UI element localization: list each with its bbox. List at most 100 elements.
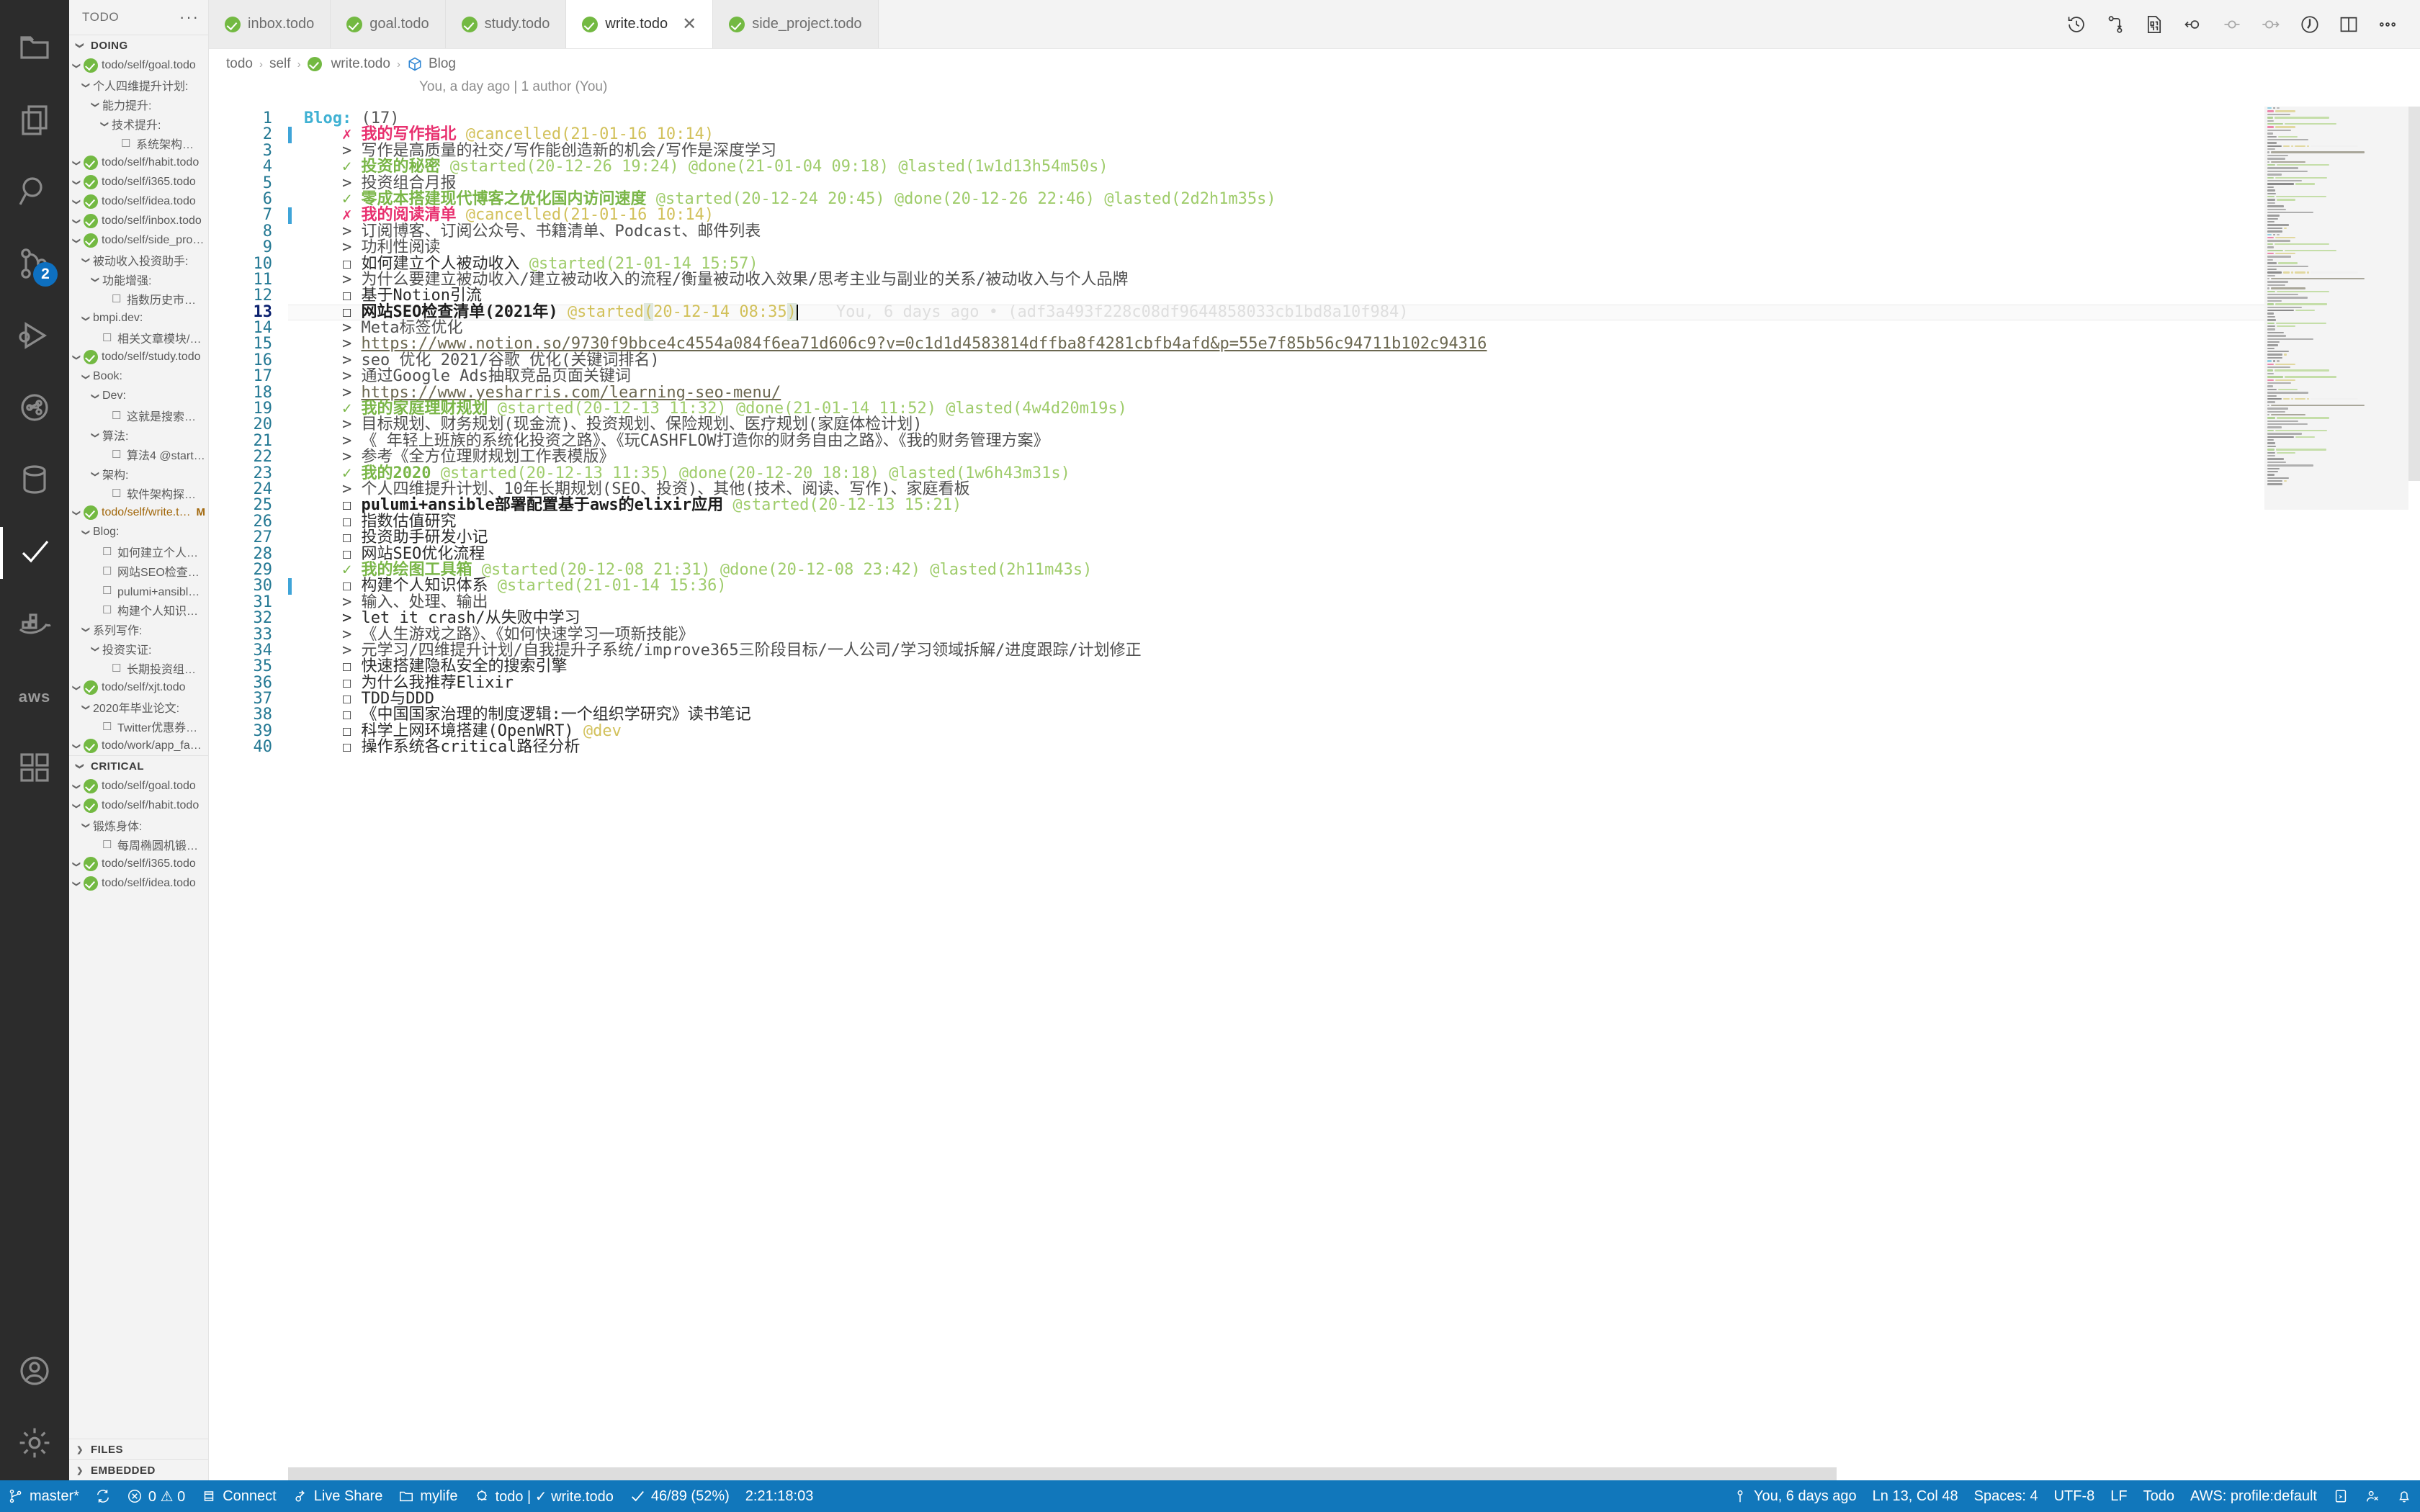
tree-row[interactable]: 技术提升: (69, 114, 208, 133)
tree-row[interactable]: ☐ 算法4 @started(20-07-27… (69, 444, 208, 464)
activity-item-explorer[interactable] (0, 13, 69, 85)
tree-row[interactable]: ☐ 软件架构探索(The Fenix Pr… (69, 483, 208, 503)
tree-row[interactable]: 算法: (69, 425, 208, 444)
status-problems[interactable]: 0 ⚠ 0 (119, 1480, 193, 1512)
tree-row[interactable]: ☐ 长期投资组合实证 @started… (69, 658, 208, 678)
minimap[interactable] (2264, 107, 2408, 1480)
code-line[interactable]: ✓ 零成本搭建现代博客之优化国内访问速度 @started(20-12-24 2… (288, 191, 2420, 207)
activity-item-todo[interactable] (0, 517, 69, 589)
activity-item-database[interactable] (0, 445, 69, 517)
chevron-down-icon[interactable] (89, 391, 102, 401)
tree-row[interactable]: ☐ 指数历史市盈率 @started(2… (69, 289, 208, 308)
activity-item-search[interactable] (0, 157, 69, 229)
tree-row[interactable]: 锻炼身体: (69, 815, 208, 834)
tree-row[interactable]: todo/self/habit.todo (69, 796, 208, 815)
chevron-down-icon[interactable] (89, 274, 102, 284)
vertical-scrollbar[interactable] (2408, 107, 2420, 1480)
status-live-share[interactable]: Live Share (284, 1480, 391, 1512)
chevron-down-icon[interactable] (80, 624, 93, 634)
chevron-down-icon[interactable] (71, 781, 84, 791)
tab-inbox-todo[interactable]: inbox.todo (209, 0, 331, 48)
code-line[interactable]: ☐ 《中国国家治理的制度逻辑:一个组织学研究》读书笔记 (288, 707, 2420, 723)
chevron-down-icon[interactable] (71, 859, 84, 869)
status-time-tracker[interactable]: 2:21:18:03 (738, 1480, 822, 1512)
activity-item-testing[interactable] (0, 373, 69, 445)
chevron-down-icon[interactable] (80, 527, 93, 537)
code-line[interactable]: > 为什么要建立被动收入/建立被动收入的流程/衡量被动收入效果/思考主业与副业的… (288, 271, 2420, 288)
tab-write-todo[interactable]: write.todo ✕ (566, 0, 714, 48)
tree-row[interactable]: 2020年毕业论文: (69, 697, 208, 716)
compare-changes-icon[interactable] (2099, 8, 2132, 41)
tree-row[interactable]: 系列写作: (69, 619, 208, 639)
chevron-down-icon[interactable] (71, 216, 84, 226)
code-line[interactable]: > 写作是高质量的社交/写作能创造新的机会/写作是深度学习 (288, 143, 2420, 159)
tree-row[interactable]: 能力提升: (69, 94, 208, 114)
activity-item-source-control[interactable]: 2 (0, 229, 69, 301)
tree-row[interactable]: ☐ pulumi+ansible部署配置基于… (69, 580, 208, 600)
chevron-down-icon[interactable] (71, 158, 84, 168)
tree-row[interactable]: todo/work/app_family.todo (69, 736, 208, 755)
code-line[interactable]: > 目标规划、财务规划(现金流)、投资规划、保险规划、医疗规划(家庭体检计划) (288, 417, 2420, 433)
code-editor[interactable]: 1 2 3 4 5 6 7 8 9 10 11 12 13 14 15 16 17 18 19 20 21 22 23 24 2… (209, 107, 2420, 1480)
status-encoding[interactable]: UTF-8 (2046, 1480, 2103, 1512)
chevron-down-icon[interactable] (89, 99, 102, 109)
code-line[interactable]: ✓ 我的绘图工具箱 @started(20-12-08 21:31) @done… (288, 562, 2420, 578)
tree-row[interactable]: ☐ 这就是搜索引擎 @started(2… (69, 405, 208, 425)
tree-row[interactable]: Blog: (69, 522, 208, 541)
tree-row[interactable]: todo/self/goal.todo (69, 55, 208, 75)
activity-item-run-debug[interactable] (0, 301, 69, 373)
chevron-down-icon[interactable] (71, 878, 84, 888)
code-line[interactable]: ☐ 为什么我推荐Elixir (288, 675, 2420, 691)
chevron-down-icon[interactable] (71, 741, 84, 751)
code-line[interactable]: ☐ pulumi+ansible部署配置基于aws的elixir应用 @star… (288, 498, 2420, 513)
tab-side_project-todo[interactable]: side_project.todo (713, 0, 879, 48)
code-line[interactable]: ☐ 科学上网环境搭建(OpenWRT) @dev (288, 723, 2420, 739)
code-line[interactable]: ☐ 网站SEO优化流程 (288, 546, 2420, 562)
tree-row[interactable]: todo/self/side_project.todo (69, 230, 208, 250)
status-sync[interactable] (87, 1480, 119, 1512)
code-line[interactable]: ☐ 构建个人知识体系 @started(21-01-14 15:36) (288, 578, 2420, 595)
tree-row[interactable]: 被动收入投资助手: (69, 250, 208, 269)
tree-row[interactable]: ☐ 相关文章模块/文章阅读数 @st… (69, 328, 208, 347)
chevron-down-icon[interactable] (89, 430, 102, 440)
code-line[interactable]: > 投资组合月报 (288, 175, 2420, 192)
status-remote-explorer[interactable] (2357, 1480, 2388, 1512)
status-language-mode[interactable]: Todo (2136, 1480, 2182, 1512)
status-branch[interactable]: master* (0, 1480, 87, 1512)
code-line[interactable]: ☐ 基于Notion引流 (288, 288, 2420, 304)
tree-row[interactable]: todo/self/habit.todo (69, 153, 208, 172)
code-line[interactable]: ✗ 我的写作指北 @cancelled(21-01-16 10:14) (288, 127, 2420, 143)
chevron-down-icon[interactable] (71, 177, 84, 187)
code-line[interactable]: > Meta标签优化 (288, 320, 2420, 336)
code-line[interactable]: > seo 优化 2021/谷歌 优化(关键词排名) (288, 352, 2420, 369)
horizontal-scrollbar-thumb[interactable] (288, 1467, 1837, 1480)
code-line[interactable]: ☐ 网站SEO检查清单(2021年) @started(20-12-14 08:… (288, 302, 2420, 321)
chevron-down-icon[interactable] (99, 119, 112, 129)
code-line[interactable]: > 参考《全方位理财规划工作表模版》 (288, 449, 2420, 465)
code-line[interactable]: > 功利性阅读 (288, 239, 2420, 256)
chevron-down-icon[interactable] (71, 801, 84, 811)
horizontal-scrollbar[interactable] (288, 1467, 2264, 1480)
tree-row[interactable]: todo/self/xjt.todo (69, 678, 208, 697)
tree-row[interactable]: todo/self/i365.todo (69, 172, 208, 192)
tree-row[interactable]: 投资实证: (69, 639, 208, 658)
tree-row[interactable]: ☐ 构建个人知识体系 @started(… (69, 600, 208, 619)
git-commit-next-icon[interactable] (2254, 8, 2287, 41)
tree-row[interactable]: todo/self/idea.todo (69, 192, 208, 211)
code-line[interactable]: ✗ 我的阅读清单 @cancelled(21-01-16 10:14) (288, 207, 2420, 224)
breadcrumb-item-todo[interactable]: todo (226, 56, 253, 72)
status-notifications[interactable] (2388, 1480, 2420, 1512)
code-line[interactable]: > 订阅博客、订阅公众号、书籍清单、Podcast、邮件列表 (288, 223, 2420, 240)
tree-row[interactable]: todo/self/inbox.todo (69, 211, 208, 230)
tree-section-critical[interactable]: CRITICAL (69, 755, 208, 776)
activity-item-copy[interactable] (0, 85, 69, 157)
previous-change-icon[interactable] (2177, 8, 2210, 41)
tree-row[interactable]: todo/self/write.todoM (69, 503, 208, 522)
tree-row[interactable]: 架构: (69, 464, 208, 483)
code-line[interactable]: ☐ 投资助手研发小记 (288, 529, 2420, 546)
code-line[interactable]: ☐ 快速搭建隐私安全的搜索引擎 (288, 659, 2420, 675)
tree-section-embedded[interactable]: EMBEDDED (69, 1459, 208, 1480)
code-line[interactable]: > 输入、处理、输出 (288, 594, 2420, 611)
chevron-down-icon[interactable] (71, 352, 84, 362)
tree-row[interactable]: ☐ Twitter优惠券聚合系统需求分… (69, 716, 208, 736)
